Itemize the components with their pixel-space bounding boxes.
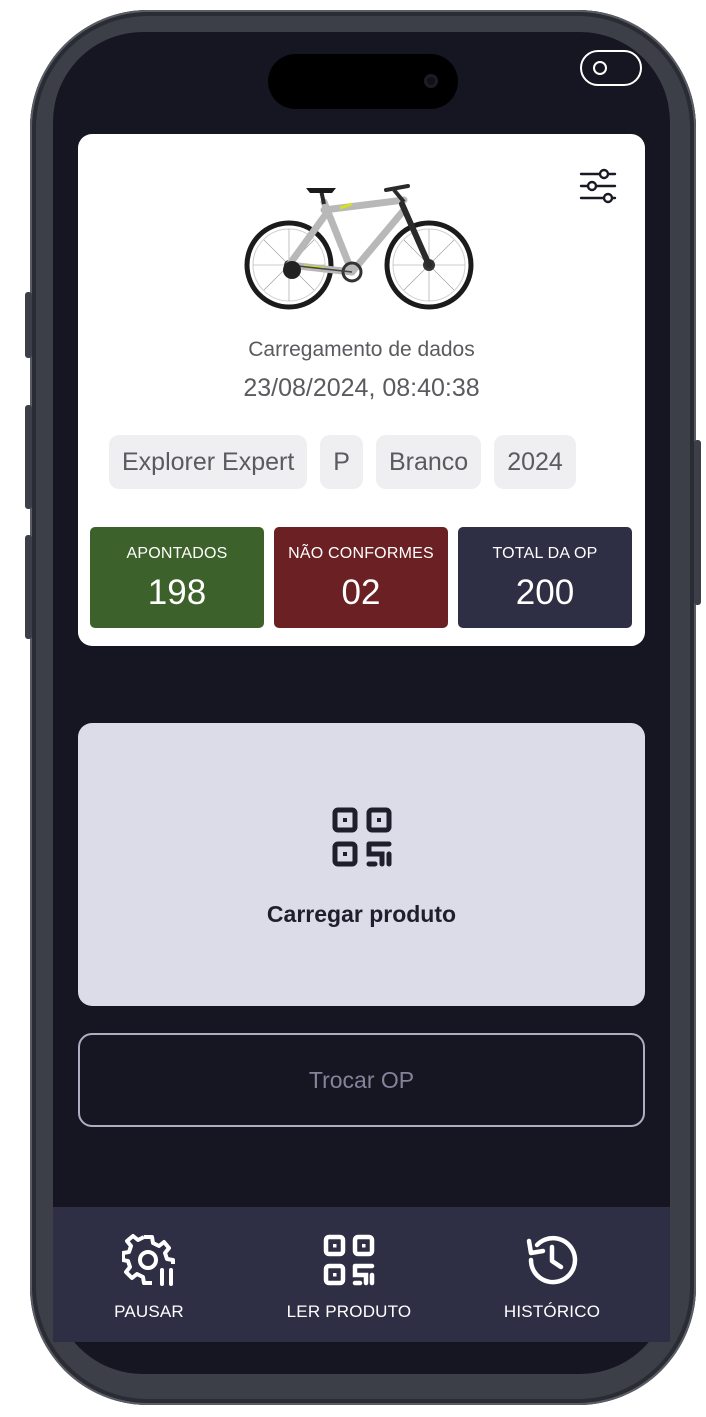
bicycle-image <box>244 184 474 310</box>
volume-up-button <box>25 405 32 509</box>
stat-total-op: TOTAL DA OP 200 <box>458 527 632 628</box>
history-icon <box>526 1235 578 1285</box>
nav-history[interactable]: HISTÓRICO <box>492 1233 612 1322</box>
nav-read-product-label: LER PRODUTO <box>286 1302 412 1321</box>
chip-year: 2024 <box>494 435 576 489</box>
power-button <box>694 440 701 605</box>
qr-code-icon <box>332 807 392 867</box>
load-product-label: Carregar produto <box>266 901 457 927</box>
chip-model: Explorer Expert <box>109 435 308 489</box>
volume-down-button <box>25 535 32 639</box>
stat-label: APONTADOS <box>126 545 228 562</box>
front-camera <box>424 74 438 88</box>
stat-value: 198 <box>147 573 207 612</box>
chip-color: Branco <box>375 435 482 489</box>
bottom-nav: PAUSAR LER PRODUTO HISTÓRICO <box>53 1207 670 1342</box>
stats-row: APONTADOS 198 NÃO CONFORMES 02 TOTAL DA … <box>90 527 632 628</box>
stat-nao-conformes: NÃO CONFORMES 02 <box>274 527 448 628</box>
filter-settings-icon[interactable] <box>578 166 618 206</box>
nav-pause-label: PAUSAR <box>114 1302 184 1321</box>
stat-value: 02 <box>341 573 381 612</box>
stat-label: NÃO CONFORMES <box>288 545 434 562</box>
stat-apontados: APONTADOS 198 <box>90 527 264 628</box>
switch-op-label: Trocar OP <box>308 1066 415 1093</box>
production-info-card: Carregamento de dados 23/08/2024, 08:40:… <box>78 134 645 646</box>
chip-size: P <box>320 435 363 489</box>
nav-history-label: HISTÓRICO <box>503 1302 601 1321</box>
nav-read-product[interactable]: LER PRODUTO <box>279 1233 419 1322</box>
load-datetime: 23/08/2024, 08:40:38 <box>243 374 480 402</box>
switch-op-button[interactable]: Trocar OP <box>78 1033 645 1127</box>
qr-code-icon <box>323 1234 375 1286</box>
stat-value: 200 <box>515 573 575 612</box>
nav-pause[interactable]: PAUSAR <box>89 1233 209 1322</box>
toggle-knob <box>593 61 607 75</box>
stat-label: TOTAL DA OP <box>492 545 598 562</box>
load-product-button[interactable]: Carregar produto <box>78 723 645 1006</box>
card-title: Carregamento de dados <box>248 338 475 361</box>
theme-toggle[interactable] <box>580 50 642 86</box>
mute-switch <box>25 292 32 358</box>
product-attributes: Explorer Expert P Branco 2024 <box>109 435 576 489</box>
settings-pause-icon <box>122 1234 175 1286</box>
